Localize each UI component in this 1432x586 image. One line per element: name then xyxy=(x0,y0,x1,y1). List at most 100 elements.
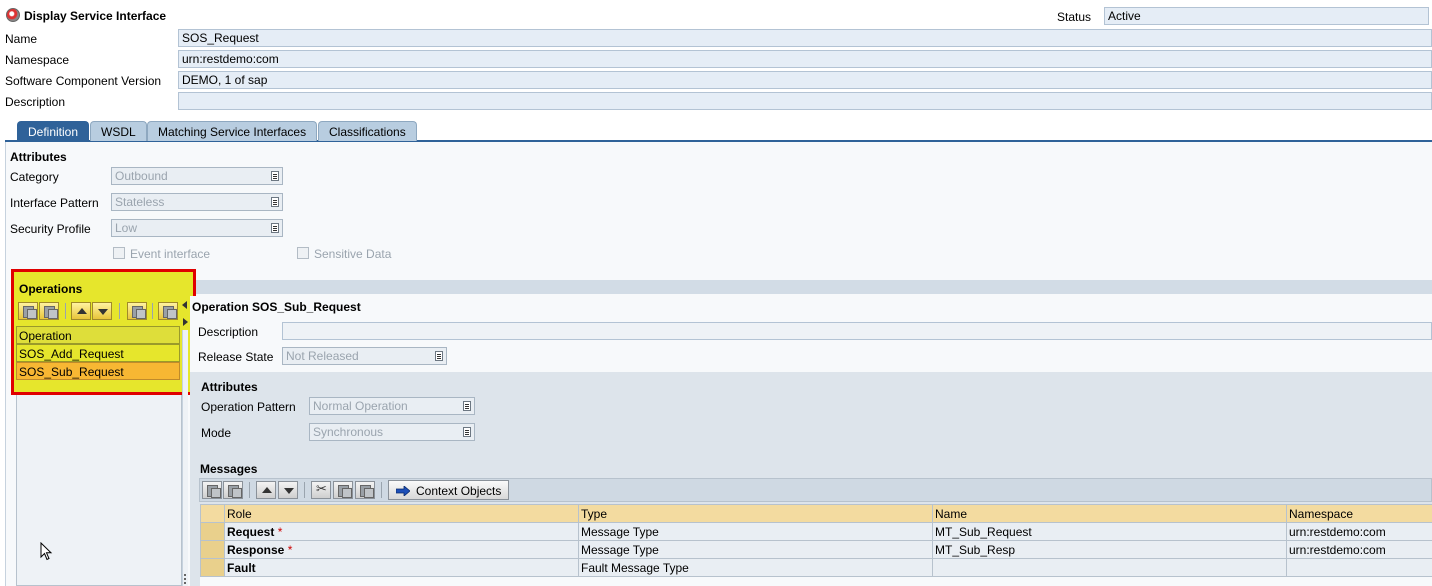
interface-pattern-value: Stateless xyxy=(115,195,165,209)
namespace-cell: urn:restdemo:com xyxy=(1286,522,1432,541)
mouse-cursor-icon xyxy=(40,542,53,561)
delete-operation-button[interactable] xyxy=(39,302,59,320)
delete-message-button[interactable] xyxy=(223,481,243,499)
namespace-cell: urn:restdemo:com xyxy=(1286,540,1432,559)
app-icon xyxy=(6,8,20,22)
row-selector-header xyxy=(200,504,225,523)
op-attributes-heading: Attributes xyxy=(201,380,258,394)
required-marker: * xyxy=(287,542,293,557)
copy-icon xyxy=(334,482,352,498)
messages-table-wrap: Role Type Name Namespace Request * Messa… xyxy=(200,504,1432,586)
column-header-role[interactable]: Role xyxy=(224,504,579,523)
cut-button[interactable] xyxy=(311,481,331,499)
event-interface-checkbox[interactable] xyxy=(113,247,125,259)
section-band xyxy=(195,280,1432,294)
name-label: Name xyxy=(5,32,38,46)
operation-detail-title: Operation SOS_Sub_Request xyxy=(192,300,361,314)
operation-name: SOS_Add_Request xyxy=(19,347,124,361)
mode-label: Mode xyxy=(201,426,232,440)
category-label: Category xyxy=(10,170,59,184)
operation-settings-button[interactable] xyxy=(158,302,178,320)
name-cell xyxy=(932,558,1287,577)
sensitive-data-label: Sensitive Data xyxy=(314,247,392,261)
settings-icon xyxy=(159,303,177,319)
description-field[interactable] xyxy=(178,92,1432,110)
copy-button[interactable] xyxy=(333,481,353,499)
move-up-button[interactable] xyxy=(71,302,91,320)
panel-splitter[interactable] xyxy=(182,330,188,586)
operation-pattern-dropdown[interactable]: Normal Operation xyxy=(309,397,475,415)
table-row[interactable]: Fault Fault Message Type xyxy=(200,558,1432,577)
operation-row-selected[interactable]: SOS_Sub_Request xyxy=(16,362,180,380)
release-state-value: Not Released xyxy=(286,349,359,363)
tab-matching-service-interfaces[interactable]: Matching Service Interfaces xyxy=(147,121,318,141)
release-state-label: Release State xyxy=(198,350,274,364)
role-cell: Fault xyxy=(224,558,579,577)
role-value: Request xyxy=(227,524,275,539)
mode-value: Synchronous xyxy=(313,425,384,439)
type-cell: Message Type xyxy=(578,540,933,559)
role-cell: Request * xyxy=(224,522,579,541)
context-objects-button[interactable]: Context Objects xyxy=(388,480,509,500)
interface-pattern-dropdown[interactable]: Stateless xyxy=(111,193,283,211)
name-cell: MT_Sub_Request xyxy=(932,522,1287,541)
toolbar-separator xyxy=(381,482,382,498)
toolbar-separator xyxy=(119,303,120,319)
tab-wsdl[interactable]: WSDL xyxy=(90,121,147,141)
type-cell: Fault Message Type xyxy=(578,558,933,577)
row-selector[interactable] xyxy=(200,558,225,577)
messages-toolbar xyxy=(199,478,1432,502)
dropdown-icon xyxy=(463,401,471,411)
move-down-button[interactable] xyxy=(92,302,112,320)
copy-operation-button[interactable] xyxy=(127,302,147,320)
category-value: Outbound xyxy=(115,169,168,183)
op-description-field[interactable] xyxy=(282,322,1432,340)
column-header-name[interactable]: Name xyxy=(932,504,1287,523)
paste-icon xyxy=(356,482,374,498)
delete-icon xyxy=(224,482,242,498)
table-row[interactable]: Request * Message Type MT_Sub_Request ur… xyxy=(200,522,1432,541)
operation-pattern-label: Operation Pattern xyxy=(201,400,296,414)
namespace-field[interactable]: urn:restdemo:com xyxy=(178,50,1432,68)
scv-field[interactable]: DEMO, 1 of sap xyxy=(178,71,1432,89)
column-header-namespace[interactable]: Namespace xyxy=(1286,504,1432,523)
tab-classifications[interactable]: Classifications xyxy=(318,121,417,141)
row-selector[interactable] xyxy=(200,540,225,559)
context-objects-label: Context Objects xyxy=(416,484,502,498)
message-move-up-button[interactable] xyxy=(256,481,276,499)
tab-definition[interactable]: Definition xyxy=(17,121,90,141)
toolbar-separator xyxy=(304,482,305,498)
mode-dropdown[interactable]: Synchronous xyxy=(309,423,475,441)
messages-heading: Messages xyxy=(200,462,258,476)
insert-message-button[interactable] xyxy=(202,481,222,499)
toolbar-separator xyxy=(65,303,66,319)
security-profile-value: Low xyxy=(115,221,138,235)
security-profile-dropdown[interactable]: Low xyxy=(111,219,283,237)
sensitive-data-checkbox[interactable] xyxy=(297,247,309,259)
name-cell: MT_Sub_Resp xyxy=(932,540,1287,559)
arrow-right-icon xyxy=(395,485,411,497)
expand-right-icon[interactable] xyxy=(183,318,188,326)
copy-icon xyxy=(128,303,146,319)
dropdown-icon xyxy=(435,351,443,361)
insert-icon xyxy=(203,482,221,498)
operations-heading: Operations xyxy=(19,282,83,296)
column-header-type[interactable]: Type xyxy=(578,504,933,523)
status-label: Status xyxy=(1057,10,1092,24)
collapse-left-icon[interactable] xyxy=(182,301,187,309)
name-field[interactable]: SOS_Request xyxy=(178,29,1432,47)
operation-row[interactable]: SOS_Add_Request xyxy=(16,344,180,362)
dropdown-icon xyxy=(463,427,471,437)
table-row[interactable]: Response * Message Type MT_Sub_Resp urn:… xyxy=(200,540,1432,559)
release-state-dropdown[interactable]: Not Released xyxy=(282,347,447,365)
paste-button[interactable] xyxy=(355,481,375,499)
delete-icon xyxy=(40,303,58,319)
role-value: Response xyxy=(227,542,285,557)
interface-pattern-label: Interface Pattern xyxy=(10,196,99,210)
category-dropdown[interactable]: Outbound xyxy=(111,167,283,185)
operations-column-header: Operation xyxy=(16,326,180,344)
message-move-down-button[interactable] xyxy=(278,481,298,499)
type-cell: Message Type xyxy=(578,522,933,541)
row-selector[interactable] xyxy=(200,522,225,541)
insert-operation-button[interactable] xyxy=(18,302,38,320)
